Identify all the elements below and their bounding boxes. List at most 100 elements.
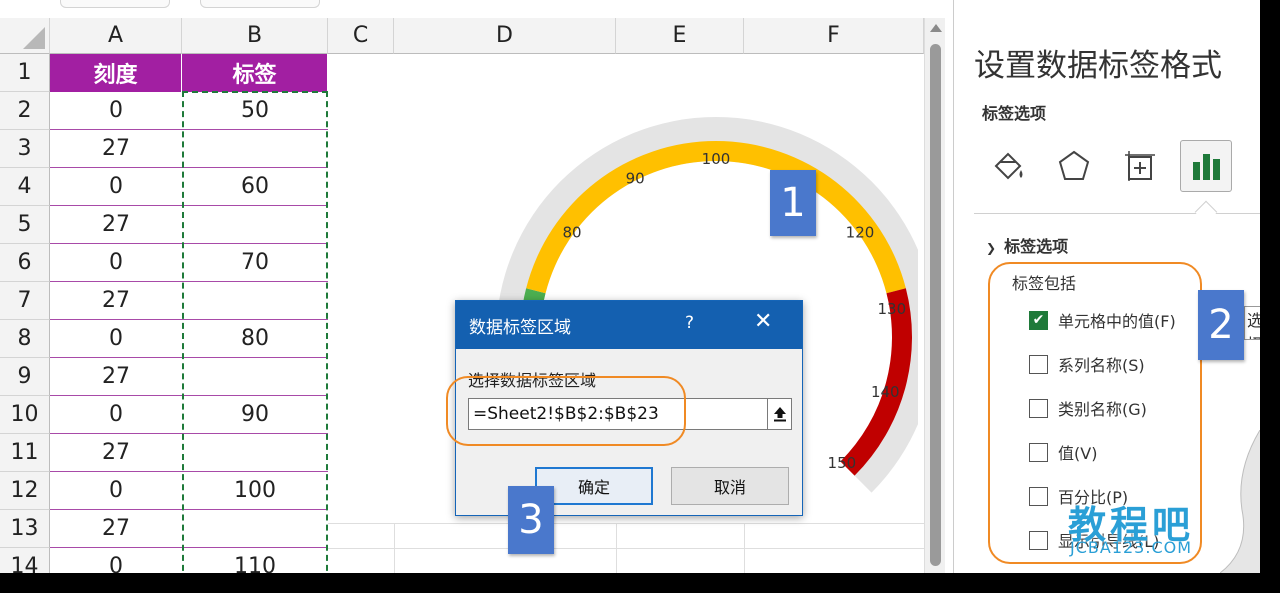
effects-tab[interactable] — [1048, 140, 1100, 192]
gauge-tick-label[interactable]: 120 — [846, 223, 875, 241]
column-header-f[interactable]: F — [744, 18, 924, 54]
checkbox-leader-lines[interactable]: 显示引导线(L) — [1029, 529, 1159, 551]
cell-a[interactable]: 0 — [50, 548, 182, 573]
sheet-tab[interactable] — [200, 0, 320, 8]
cell-b[interactable]: 80 — [182, 320, 328, 358]
cell-a[interactable]: 0 — [50, 244, 182, 282]
pane-title: 设置数据标签格式 — [974, 48, 1222, 84]
row-header[interactable]: 9 — [0, 358, 50, 396]
cell-b[interactable]: 60 — [182, 168, 328, 206]
cell-b[interactable] — [182, 358, 328, 396]
checkbox-label: 类别名称(G) — [1058, 400, 1147, 419]
gauge-tick-label[interactable]: 100 — [702, 150, 731, 168]
row-header[interactable]: 1 — [0, 54, 50, 92]
cell-b[interactable]: 90 — [182, 396, 328, 434]
vertical-scrollbar[interactable] — [924, 18, 945, 573]
format-data-labels-pane[interactable]: 设置数据标签格式 标签选项 ❯ 标签选项 标签包括 ✔ 单元格中的值(F) 系列… — [953, 0, 1260, 573]
chevron-down-icon[interactable]: ❯ — [986, 241, 996, 255]
gauge-tick-label[interactable]: 130 — [877, 300, 906, 318]
column-header-a[interactable]: A — [50, 18, 182, 54]
cell-a[interactable]: 27 — [50, 206, 182, 244]
upload-arrow-icon — [773, 407, 786, 422]
dialog-titlebar[interactable]: 数据标签区域 ? ✕ — [456, 301, 802, 349]
row-header[interactable]: 2 — [0, 92, 50, 130]
cancel-button[interactable]: 取消 — [671, 467, 789, 505]
gauge-tick-label[interactable]: 80 — [562, 223, 581, 241]
range-reference-input[interactable]: =Sheet2!$B$2:$B$23 — [468, 398, 768, 430]
row-header[interactable]: 8 — [0, 320, 50, 358]
row-header[interactable]: 4 — [0, 168, 50, 206]
cell-b[interactable]: 110 — [182, 548, 328, 573]
cell-b[interactable] — [182, 282, 328, 320]
checkbox-box[interactable] — [1029, 354, 1048, 374]
row-header[interactable]: 5 — [0, 206, 50, 244]
checkbox-box[interactable] — [1029, 530, 1048, 550]
gauge-tick-label[interactable]: 150 — [828, 454, 857, 472]
cell-a[interactable]: 0 — [50, 92, 182, 130]
gridline — [616, 523, 617, 573]
cell-b[interactable] — [182, 434, 328, 472]
checkbox-category-name[interactable]: 类别名称(G) — [1029, 397, 1147, 419]
column-header-b[interactable]: B — [182, 18, 328, 54]
row-header[interactable]: 6 — [0, 244, 50, 282]
screenshot-stage: A B C D E F 1 2 3 4 5 6 7 8 9 10 11 12 1… — [0, 0, 1260, 573]
cell-b[interactable]: 70 — [182, 244, 328, 282]
cell-a[interactable]: 27 — [50, 510, 182, 548]
cell-a1-header[interactable]: 刻度 — [50, 54, 182, 92]
scroll-up-arrow-icon[interactable] — [930, 24, 942, 32]
step-badge-2: 2 — [1198, 290, 1244, 360]
cell-a[interactable]: 0 — [50, 320, 182, 358]
size-properties-tab[interactable] — [1114, 140, 1166, 192]
checkbox-percentage[interactable]: 百分比(P) — [1029, 485, 1128, 507]
checkbox-series-name[interactable]: 系列名称(S) — [1029, 353, 1145, 375]
gauge-tick-label[interactable]: 140 — [871, 383, 900, 401]
gridline — [328, 548, 924, 549]
cell-a[interactable]: 27 — [50, 434, 182, 472]
checkbox-box[interactable] — [1029, 398, 1048, 418]
step-badge-1: 1 — [770, 170, 816, 236]
close-icon[interactable]: ✕ — [754, 309, 772, 334]
help-icon[interactable]: ? — [685, 313, 694, 333]
cell-a[interactable]: 27 — [50, 358, 182, 396]
data-label-range-dialog[interactable]: 数据标签区域 ? ✕ 选择数据标签区域 =Sheet2!$B$2:$B$23 确… — [455, 300, 803, 516]
cell-a[interactable]: 0 — [50, 396, 182, 434]
cell-b[interactable] — [182, 130, 328, 168]
sheet-tab[interactable] — [60, 0, 170, 8]
checkbox-box[interactable] — [1029, 486, 1048, 506]
cell-a[interactable]: 0 — [50, 472, 182, 510]
cell-b[interactable]: 50 — [182, 92, 328, 130]
column-header-d[interactable]: D — [394, 18, 616, 54]
gauge-tick-label[interactable]: 90 — [626, 169, 645, 187]
checkbox-box[interactable] — [1029, 442, 1048, 462]
cell-a[interactable]: 27 — [50, 130, 182, 168]
select-all-corner[interactable] — [0, 18, 50, 54]
fill-line-tab[interactable] — [982, 140, 1034, 192]
pane-section-label[interactable]: 标签选项 — [982, 100, 1046, 124]
cell-b[interactable]: 100 — [182, 472, 328, 510]
row-header[interactable]: 11 — [0, 434, 50, 472]
select-range-button[interactable]: 选择 — [1244, 306, 1260, 340]
row-header[interactable]: 10 — [0, 396, 50, 434]
gridline — [328, 523, 924, 524]
collapse-dialog-icon[interactable] — [768, 398, 792, 430]
row-header[interactable]: 7 — [0, 282, 50, 320]
column-header-e[interactable]: E — [616, 18, 744, 54]
cell-a[interactable]: 27 — [50, 282, 182, 320]
checkbox-value[interactable]: 值(V) — [1029, 441, 1097, 463]
row-header[interactable]: 12 — [0, 472, 50, 510]
row-header[interactable]: 13 — [0, 510, 50, 548]
cell-b[interactable] — [182, 206, 328, 244]
row-header[interactable]: 3 — [0, 130, 50, 168]
cell-a[interactable]: 0 — [50, 168, 182, 206]
row-header[interactable]: 14 — [0, 548, 50, 573]
checkmark-icon[interactable]: ✔ — [1029, 310, 1048, 330]
scrollbar-thumb[interactable] — [930, 44, 941, 566]
label-options-group[interactable]: ❯ 标签选项 — [986, 233, 1068, 257]
cell-b1-header[interactable]: 标签 — [182, 54, 328, 92]
column-header-c[interactable]: C — [328, 18, 394, 54]
cell-b[interactable] — [182, 510, 328, 548]
bar-chart-icon — [1193, 154, 1220, 180]
label-options-tab[interactable] — [1180, 140, 1232, 192]
checkbox-value-from-cells[interactable]: ✔ 单元格中的值(F) — [1029, 309, 1176, 331]
checkbox-label: 百分比(P) — [1058, 488, 1129, 507]
